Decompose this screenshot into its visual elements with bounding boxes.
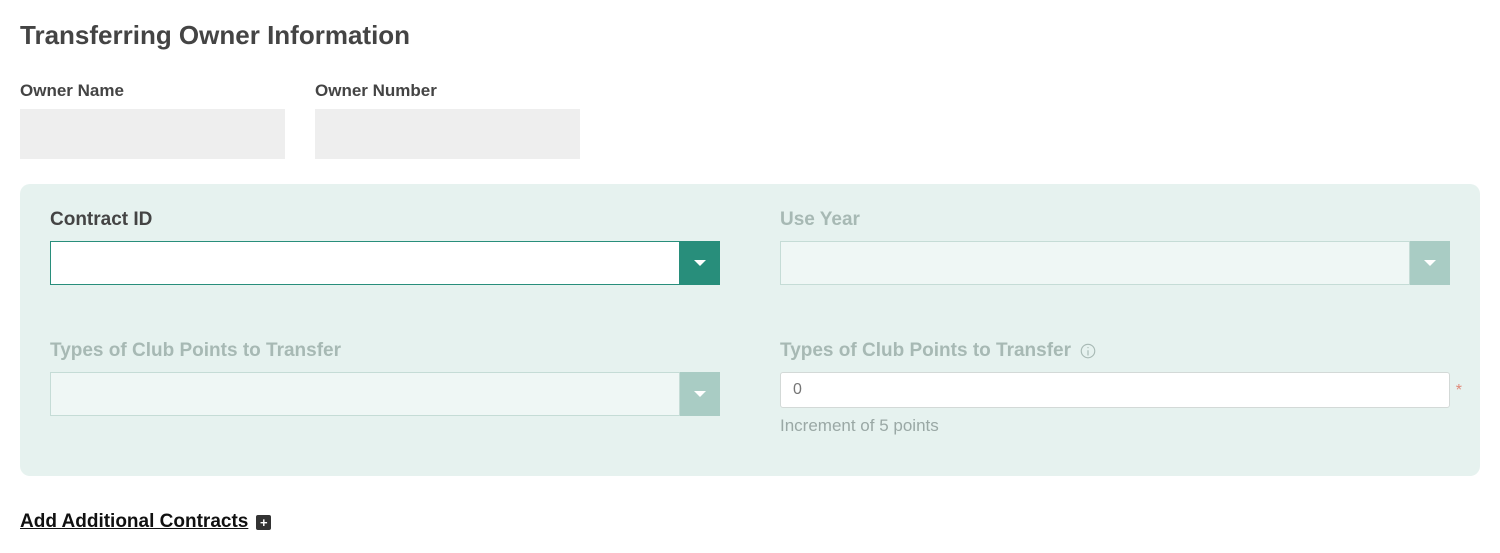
use-year-input[interactable] (780, 241, 1410, 285)
use-year-caret[interactable] (1410, 241, 1450, 285)
page-title: Transferring Owner Information (20, 20, 1480, 51)
contract-id-label: Contract ID (50, 209, 720, 231)
contract-grid: Contract ID Use Year Types of Club Point… (50, 209, 1450, 436)
caret-down-icon (694, 391, 706, 397)
use-year-select[interactable] (780, 241, 1450, 285)
points-type-select[interactable] (50, 372, 720, 416)
caret-down-icon (694, 260, 706, 266)
points-type-label: Types of Club Points to Transfer (50, 340, 720, 362)
use-year-group: Use Year (780, 209, 1450, 285)
caret-down-icon (1424, 260, 1436, 266)
points-amount-group: Types of Club Points to Transfer * Incre… (780, 340, 1450, 436)
points-amount-wrap: * (780, 372, 1450, 408)
add-contracts-link[interactable]: Add Additional Contracts (20, 511, 248, 533)
contract-id-input[interactable] (50, 241, 680, 285)
plus-icon[interactable]: + (256, 515, 271, 530)
add-contracts-row: Add Additional Contracts + (20, 511, 1480, 533)
points-amount-label-row: Types of Club Points to Transfer (780, 340, 1450, 362)
points-helper-text: Increment of 5 points (780, 416, 1450, 436)
contract-id-group: Contract ID (50, 209, 720, 285)
points-type-group: Types of Club Points to Transfer (50, 340, 720, 436)
use-year-label: Use Year (780, 209, 1450, 231)
owner-number-field: Owner Number (315, 81, 580, 159)
owner-info-row: Owner Name Owner Number (20, 81, 1480, 159)
owner-name-field: Owner Name (20, 81, 285, 159)
contract-panel: Contract ID Use Year Types of Club Point… (20, 184, 1480, 476)
owner-number-label: Owner Number (315, 81, 580, 101)
required-indicator: * (1456, 382, 1462, 400)
owner-name-display (20, 109, 285, 159)
contract-id-select[interactable] (50, 241, 720, 285)
info-icon[interactable] (1079, 342, 1097, 360)
contract-id-caret[interactable] (680, 241, 720, 285)
points-amount-label: Types of Club Points to Transfer (780, 340, 1071, 362)
points-type-caret[interactable] (680, 372, 720, 416)
points-type-input[interactable] (50, 372, 680, 416)
owner-name-label: Owner Name (20, 81, 285, 101)
points-amount-input[interactable] (780, 372, 1450, 408)
owner-number-display (315, 109, 580, 159)
